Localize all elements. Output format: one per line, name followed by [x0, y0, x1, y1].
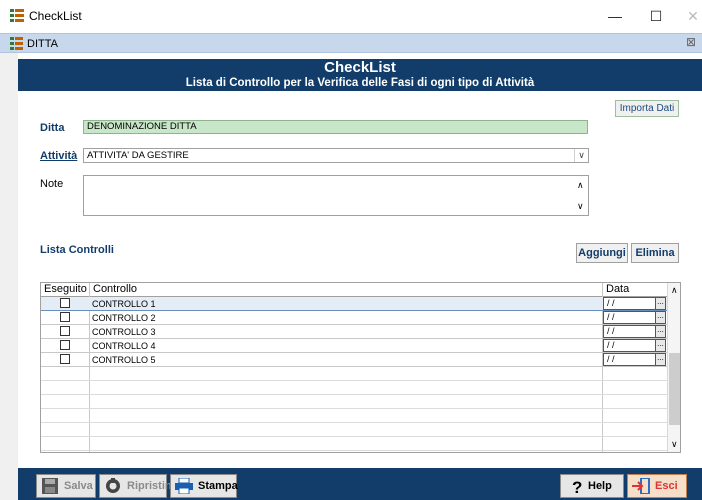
- svg-text:?: ?: [572, 478, 582, 494]
- ditta-field[interactable]: DENOMINAZIONE DITTA: [83, 120, 588, 134]
- note-label: Note: [40, 178, 64, 190]
- checklist-icon: [10, 37, 23, 50]
- printer-icon: [175, 478, 193, 494]
- date-picker-button[interactable]: ...: [655, 339, 666, 352]
- column-header-data[interactable]: Data: [602, 283, 667, 297]
- add-button[interactable]: Aggiungi: [576, 243, 628, 263]
- empty-row: [41, 381, 667, 395]
- restore-icon: [106, 478, 120, 493]
- attivita-select[interactable]: ATTIVITA' DA GESTIRE ∨: [83, 148, 589, 163]
- print-label: Stampa: [198, 480, 238, 492]
- exit-label: Esci: [655, 480, 678, 492]
- child-window-title: DITTA: [27, 38, 58, 50]
- window-title-bar: CheckList — ☐ ✕: [0, 0, 702, 32]
- empty-row: [41, 367, 667, 381]
- restore-button[interactable]: Ripristina: [99, 474, 178, 498]
- ditta-label: Ditta: [40, 122, 65, 134]
- save-label: Salva: [64, 480, 93, 492]
- scrollbar-thumb[interactable]: [669, 353, 680, 425]
- table-row[interactable]: CONTROLLO 2 / / ...: [41, 311, 667, 325]
- eseguito-checkbox[interactable]: [60, 340, 70, 350]
- date-picker-button[interactable]: ...: [655, 325, 666, 338]
- checklist-icon: [10, 9, 24, 22]
- child-window-bar: DITTA ⊠: [0, 33, 702, 53]
- note-scrollbar[interactable]: ∧ ∨: [574, 176, 588, 215]
- scroll-up-icon[interactable]: ∧: [577, 178, 584, 192]
- control-name: CONTROLLO 3: [92, 327, 156, 337]
- table-row[interactable]: CONTROLLO 5 / / ...: [41, 353, 667, 367]
- date-field[interactable]: / /: [603, 353, 656, 366]
- note-textarea[interactable]: ∧ ∨: [83, 175, 589, 216]
- floppy-disk-icon: [42, 478, 58, 494]
- grid-scrollbar[interactable]: ∧ ∨: [667, 283, 680, 452]
- maximize-button[interactable]: ☐: [641, 6, 671, 26]
- close-child-button[interactable]: ⊠: [686, 35, 696, 49]
- question-mark-icon: ?: [572, 478, 582, 494]
- help-button[interactable]: ? Help: [560, 474, 624, 498]
- page-header: CheckList Lista di Controllo per la Veri…: [18, 59, 702, 91]
- minimize-button[interactable]: —: [600, 6, 630, 26]
- page-title: CheckList: [324, 59, 396, 76]
- date-picker-button[interactable]: ...: [655, 353, 666, 366]
- control-name: CONTROLLO 1: [92, 299, 156, 309]
- grid-body: CONTROLLO 1 / / ... CONTROLLO 2 / / ... …: [41, 297, 667, 451]
- table-row[interactable]: CONTROLLO 4 / / ...: [41, 339, 667, 353]
- help-label: Help: [588, 480, 612, 492]
- eseguito-checkbox[interactable]: [60, 326, 70, 336]
- table-row[interactable]: CONTROLLO 1 / / ...: [41, 297, 667, 311]
- column-header-controllo[interactable]: Controllo: [89, 283, 602, 297]
- page-subtitle: Lista di Controllo per la Verifica delle…: [185, 77, 535, 89]
- chevron-down-icon[interactable]: ∨: [574, 149, 588, 162]
- scroll-down-icon[interactable]: ∨: [577, 199, 584, 213]
- eseguito-checkbox[interactable]: [60, 354, 70, 364]
- window-title: CheckList: [29, 9, 82, 23]
- date-picker-button[interactable]: ...: [655, 297, 666, 310]
- import-data-button[interactable]: Importa Dati: [615, 100, 679, 117]
- control-name: CONTROLLO 5: [92, 355, 156, 365]
- empty-row: [41, 437, 667, 451]
- empty-row: [41, 409, 667, 423]
- empty-row: [41, 423, 667, 437]
- grid-header: Eseguito Controllo Data: [41, 283, 667, 297]
- control-name: CONTROLLO 4: [92, 341, 156, 351]
- exit-button[interactable]: Esci: [627, 474, 687, 498]
- save-button[interactable]: Salva: [36, 474, 96, 498]
- empty-row: [41, 395, 667, 409]
- close-window-button[interactable]: ✕: [678, 6, 702, 26]
- date-field[interactable]: / /: [603, 325, 656, 338]
- attivita-value: ATTIVITA' DA GESTIRE: [87, 150, 189, 161]
- date-field[interactable]: / /: [603, 311, 656, 324]
- delete-button[interactable]: Elimina: [631, 243, 679, 263]
- date-picker-button[interactable]: ...: [655, 311, 666, 324]
- print-button[interactable]: Stampa: [170, 474, 238, 498]
- exit-door-icon: [632, 478, 650, 494]
- table-row[interactable]: CONTROLLO 3 / / ...: [41, 325, 667, 339]
- lista-controlli-label: Lista Controlli: [40, 244, 114, 256]
- eseguito-checkbox[interactable]: [60, 298, 70, 308]
- scroll-up-icon[interactable]: ∧: [671, 285, 678, 296]
- column-header-eseguito[interactable]: Eseguito: [41, 283, 89, 297]
- eseguito-checkbox[interactable]: [60, 312, 70, 322]
- date-field[interactable]: / /: [603, 297, 656, 310]
- attivita-label[interactable]: Attività: [40, 150, 77, 162]
- date-field[interactable]: / /: [603, 339, 656, 352]
- scroll-down-icon[interactable]: ∨: [671, 439, 678, 450]
- left-edge: [0, 53, 18, 500]
- control-name: CONTROLLO 2: [92, 313, 156, 323]
- controls-grid: Eseguito Controllo Data CONTROLLO 1 / / …: [40, 282, 681, 453]
